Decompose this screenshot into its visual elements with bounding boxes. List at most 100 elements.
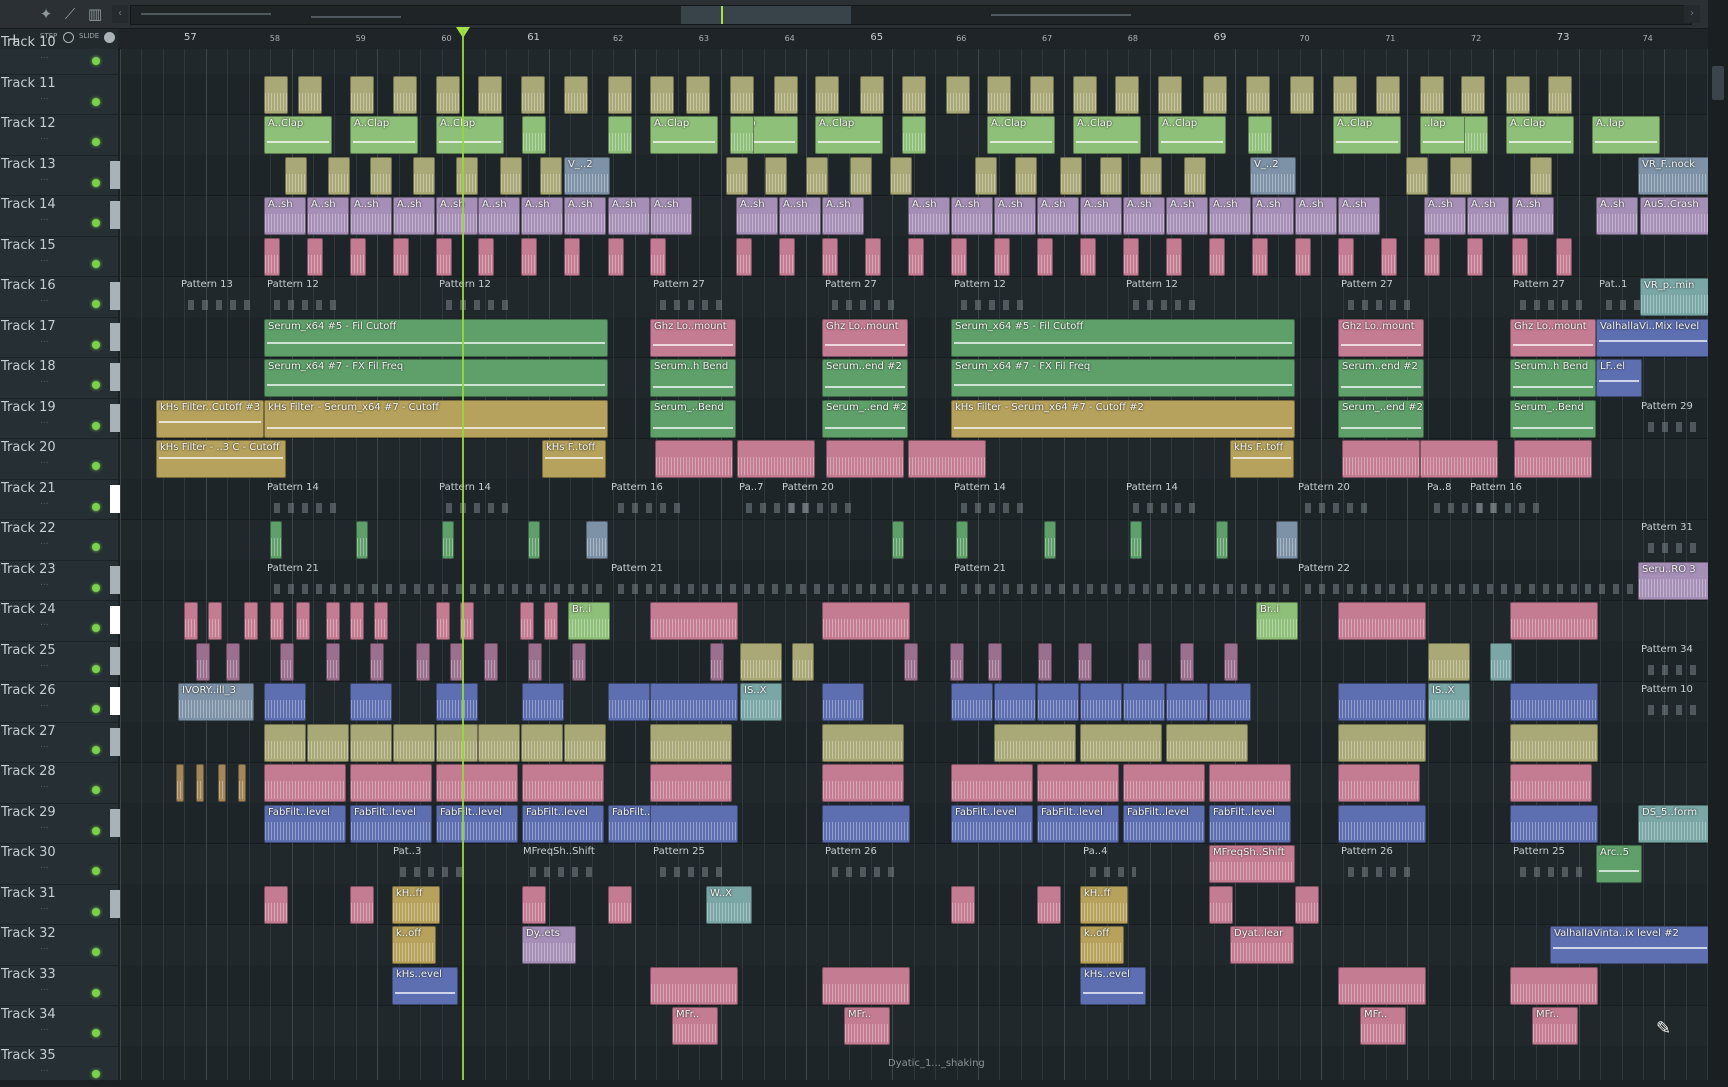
audio-clip[interactable] [520, 602, 534, 640]
audio-clip[interactable] [1123, 764, 1205, 802]
track-color-grip[interactable] [110, 890, 120, 918]
track-header[interactable]: Track 31... [0, 884, 118, 926]
audio-clip[interactable] [500, 157, 522, 195]
audio-clip[interactable] [1123, 238, 1139, 276]
audio-clip[interactable] [737, 440, 815, 478]
audio-clip[interactable]: A..sh [564, 197, 606, 235]
track-header[interactable]: Track 33... [0, 965, 118, 1007]
track-name[interactable]: Track 25 [1, 643, 56, 658]
audio-clip[interactable]: ValhallaVi..Mix level [1596, 319, 1708, 357]
audio-clip[interactable]: k..off [1080, 926, 1124, 964]
audio-clip[interactable] [196, 764, 204, 802]
pattern-clip[interactable]: Pa..4 [1080, 845, 1140, 881]
track-color-grip[interactable] [110, 809, 120, 837]
audio-clip[interactable] [975, 157, 997, 195]
audio-clip[interactable]: A..Clap [264, 116, 332, 154]
track-more-icon[interactable]: ... [40, 861, 49, 871]
audio-clip[interactable] [1512, 238, 1528, 276]
audio-clip[interactable] [350, 886, 374, 924]
audio-clip[interactable]: LF..el [1596, 359, 1642, 397]
audio-clip[interactable] [522, 683, 564, 721]
track-name[interactable]: Track 32 [1, 926, 56, 941]
audio-clip[interactable]: IS..X [740, 683, 782, 721]
audio-clip[interactable] [1295, 238, 1311, 276]
audio-clip[interactable] [1338, 683, 1426, 721]
track-header[interactable]: Track 21... [0, 479, 118, 521]
audio-clip[interactable] [902, 116, 926, 154]
audio-clip[interactable] [740, 643, 782, 681]
audio-clip[interactable] [370, 157, 392, 195]
audio-clip[interactable]: A..sh [1338, 197, 1380, 235]
audio-clip[interactable]: A..sh [1080, 197, 1122, 235]
audio-clip[interactable]: Serum..h Bend [1510, 359, 1596, 397]
audio-clip[interactable] [326, 602, 340, 640]
audio-clip[interactable]: Seru..RO 3 [1638, 562, 1708, 600]
audio-clip[interactable] [1514, 440, 1592, 478]
audio-clip[interactable] [1420, 440, 1498, 478]
audio-clip[interactable] [264, 683, 306, 721]
pattern-clip[interactable]: Pattern 12 [951, 278, 1035, 314]
audio-clip[interactable] [774, 76, 798, 114]
audio-clip[interactable]: MFr.. [1532, 1007, 1578, 1045]
audio-clip[interactable] [815, 76, 839, 114]
audio-clip[interactable] [1467, 238, 1483, 276]
audio-clip[interactable]: k..off [392, 926, 436, 964]
track-mute-led[interactable] [92, 908, 100, 916]
audio-clip[interactable] [650, 724, 732, 762]
audio-clip[interactable] [1140, 157, 1162, 195]
audio-clip[interactable] [1381, 238, 1397, 276]
audio-clip[interactable]: FabFilt..level [350, 805, 432, 843]
audio-clip[interactable]: Ghz Lo..mount [1510, 319, 1596, 357]
track-mute-led[interactable] [92, 867, 100, 875]
track-name[interactable]: Track 22 [1, 521, 56, 536]
audio-clip[interactable] [1100, 157, 1122, 195]
audio-clip[interactable]: IVORY..ill_3 [178, 683, 254, 721]
audio-clip[interactable] [950, 643, 964, 681]
audio-clip[interactable] [540, 157, 562, 195]
audio-clip[interactable]: W..X [706, 886, 752, 924]
audio-clip[interactable]: VR_p..min [1640, 278, 1708, 316]
track-name[interactable]: Track 34 [1, 1007, 56, 1022]
track-mute-led[interactable] [92, 665, 100, 673]
track-name[interactable]: Track 23 [1, 562, 56, 577]
audio-clip[interactable] [730, 116, 754, 154]
pattern-clip[interactable]: MFreqSh..Shift [520, 845, 604, 881]
audio-clip[interactable] [1138, 643, 1152, 681]
track-name[interactable]: Track 20 [1, 440, 56, 455]
audio-clip[interactable] [806, 157, 828, 195]
audio-clip[interactable]: A..Clap [1333, 116, 1401, 154]
audio-clip[interactable] [564, 724, 606, 762]
track-mute-led[interactable] [92, 746, 100, 754]
audio-clip[interactable]: A..sh [478, 197, 520, 235]
audio-clip[interactable] [1180, 643, 1194, 681]
audio-clip[interactable]: A..Clap [1158, 116, 1226, 154]
audio-clip[interactable] [521, 76, 545, 114]
track-name[interactable]: Track 15 [1, 238, 56, 253]
track-more-icon[interactable]: ... [40, 942, 49, 952]
audio-clip[interactable] [1338, 602, 1426, 640]
audio-clip[interactable] [521, 724, 563, 762]
audio-clip[interactable]: A..sh [264, 197, 306, 235]
audio-clip[interactable] [1038, 643, 1052, 681]
audio-clip[interactable] [951, 683, 993, 721]
audio-clip[interactable]: A..Clap [350, 116, 418, 154]
audio-clip[interactable] [413, 157, 435, 195]
audio-clip[interactable] [298, 76, 322, 114]
audio-clip[interactable] [1130, 521, 1142, 559]
audio-clip[interactable] [650, 764, 732, 802]
track-more-icon[interactable]: ... [40, 132, 49, 142]
audio-clip[interactable]: MFr.. [672, 1007, 718, 1045]
track-mute-led[interactable] [92, 1029, 100, 1037]
audio-clip[interactable] [1209, 886, 1233, 924]
track-name[interactable]: Track 26 [1, 683, 56, 698]
audio-clip[interactable] [1428, 643, 1470, 681]
audio-clip[interactable] [650, 683, 738, 721]
playlist-grid[interactable]: A..ClapA..ClapA..ClapA..Clap..lapA..Clap… [120, 49, 1708, 1080]
audio-clip[interactable] [296, 602, 310, 640]
audio-clip[interactable] [393, 724, 435, 762]
audio-clip[interactable] [1338, 764, 1420, 802]
audio-clip[interactable] [1015, 157, 1037, 195]
audio-clip[interactable] [822, 238, 838, 276]
track-more-icon[interactable]: ... [40, 375, 49, 385]
track-more-icon[interactable]: ... [40, 699, 49, 709]
